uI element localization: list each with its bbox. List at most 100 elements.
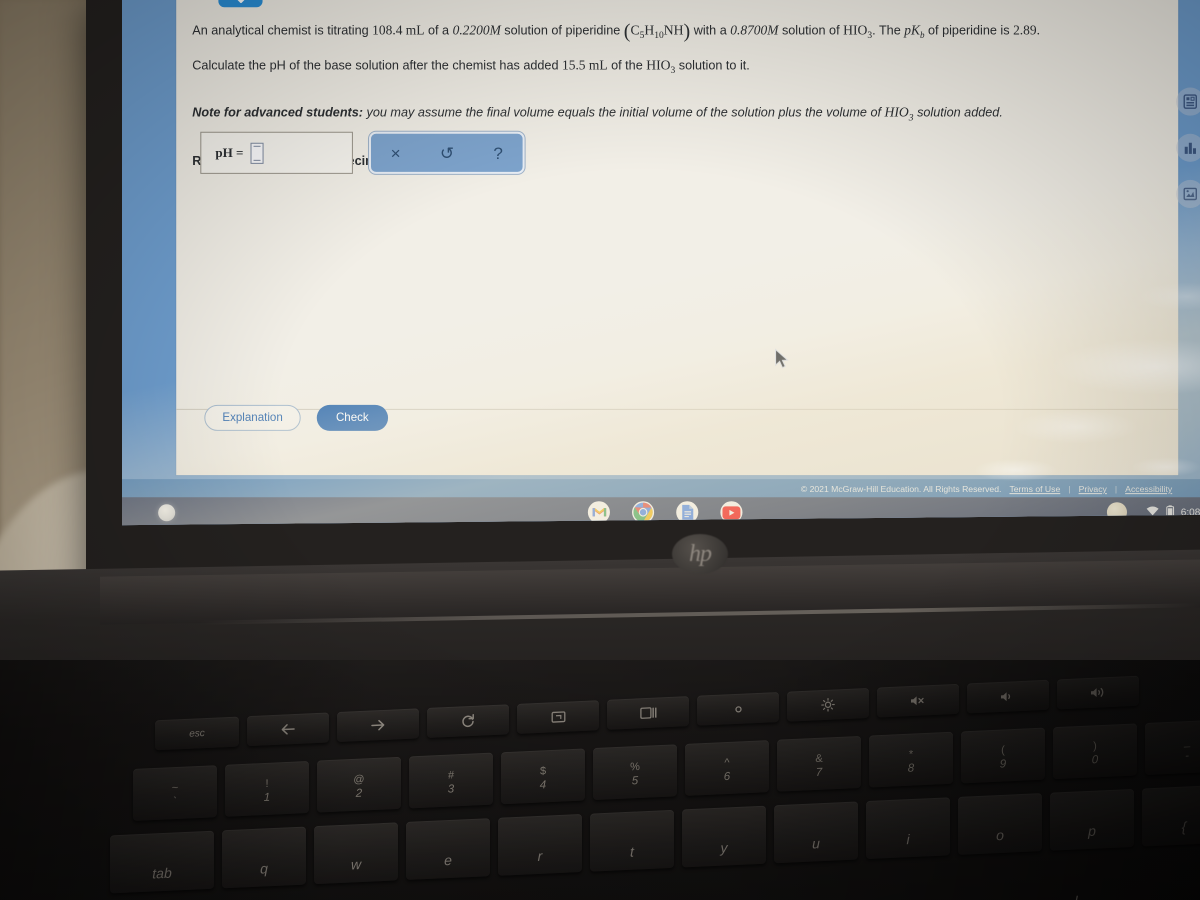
key-label: 8 [907, 762, 915, 775]
volume-up-icon[interactable] [1057, 675, 1139, 710]
question-line-2: Calculate the pH of the base solution af… [192, 52, 1111, 84]
key-tab[interactable]: tab [110, 830, 214, 894]
key-{[interactable]: { [1142, 784, 1200, 847]
key-label: 1 [263, 791, 271, 805]
key-shift-label: ) [1093, 740, 1097, 753]
fullscreen-icon[interactable] [517, 700, 599, 734]
q1-part-d: with a [693, 23, 727, 38]
key-label: w [350, 856, 362, 873]
q1-volume: 108.4 mL [372, 22, 425, 38]
answer-row: pH = × ↺ ? [200, 131, 525, 174]
q1-part-b: of a [427, 23, 450, 38]
key-1[interactable]: ! 1 [225, 760, 309, 817]
brightness-up-icon[interactable] [787, 687, 869, 722]
answer-box[interactable]: pH = [200, 131, 353, 174]
brightness-down-icon[interactable] [697, 692, 779, 726]
footer-copyright: © 2021 McGraw-Hill Education. All Rights… [800, 484, 1002, 495]
chevron-down-button[interactable] [218, 0, 263, 8]
key-shift-label: & [815, 752, 823, 765]
ph-label: pH = [215, 144, 244, 160]
volume-down-icon[interactable] [967, 679, 1049, 714]
window-overview-icon[interactable] [607, 696, 689, 730]
key--[interactable]: _ - [1145, 719, 1200, 776]
key-label: 3 [447, 783, 455, 796]
gmail-icon[interactable] [587, 501, 610, 524]
clear-button[interactable]: × [391, 143, 401, 162]
key-shift-label: ^ [724, 756, 730, 770]
q2-part-c: solution to it. [678, 58, 750, 73]
key-6[interactable]: ^ 6 [685, 740, 769, 796]
key-0[interactable]: ) 0 [1053, 723, 1137, 780]
note-label: Note for advanced students: [192, 106, 364, 121]
key-`[interactable]: ~ ` [133, 765, 217, 821]
key-2[interactable]: @2 [317, 756, 401, 813]
terms-of-use-link[interactable]: Terms of Use [1009, 484, 1060, 494]
key-label: 7 [815, 766, 823, 779]
bar-chart-icon[interactable] [1176, 133, 1200, 162]
q1-titrant-concentration: 0.8700M [730, 22, 779, 38]
q2-part-b: of the [611, 58, 643, 73]
q1-part-g: of piperidine is [928, 23, 1010, 38]
chrome-icon[interactable] [632, 501, 655, 524]
note-body-b: solution added. [917, 106, 1003, 121]
key-shift-label: # [447, 769, 455, 782]
reference-sheet-icon[interactable] [1176, 179, 1200, 209]
check-button[interactable]: Check [316, 404, 388, 431]
answer-toolbar: × ↺ ? [368, 131, 525, 174]
action-buttons: Explanation Check [204, 404, 388, 431]
key-i[interactable]: i [866, 797, 950, 860]
key-4[interactable]: $4 [501, 748, 585, 805]
key-label: - [1185, 750, 1189, 763]
key-label: 4 [539, 779, 547, 792]
arrow-right-icon[interactable] [337, 708, 419, 743]
help-button[interactable]: ? [493, 143, 503, 162]
privacy-link[interactable]: Privacy [1079, 484, 1107, 494]
key-shift-label: ~ [171, 781, 179, 795]
explanation-button[interactable]: Explanation [204, 404, 301, 431]
footer-separator-1: | [1068, 484, 1071, 495]
key-k[interactable]: k [900, 883, 984, 900]
undo-button[interactable]: ↺ [440, 143, 454, 162]
key-8[interactable]: * 8 [869, 731, 953, 788]
mute-icon[interactable] [877, 683, 959, 718]
key-label: l [1074, 893, 1077, 900]
key-esc[interactable]: esc [155, 716, 239, 751]
arrow-left-icon[interactable] [247, 712, 329, 747]
key-e[interactable]: e [406, 818, 490, 880]
key-label: t [630, 843, 634, 860]
reload-icon[interactable] [427, 704, 509, 738]
key-shift-label: _ [1183, 735, 1191, 749]
key-label: 5 [631, 775, 639, 788]
key-q[interactable]: q [222, 826, 306, 889]
q1-part-e: solution of [781, 23, 840, 38]
q1-part-c: solution of piperidine [504, 23, 621, 38]
key-p[interactable]: p [1050, 788, 1134, 851]
key-3[interactable]: #3 [409, 752, 493, 809]
key-5[interactable]: % 5 [593, 744, 677, 801]
key-t[interactable]: t [590, 809, 674, 872]
key-u[interactable]: u [774, 801, 858, 864]
key-label: 0 [1091, 754, 1099, 767]
key-l[interactable]: l [1034, 877, 1118, 900]
key-shift-label: * [908, 748, 914, 761]
key-r[interactable]: r [498, 813, 582, 876]
periodic-table-icon[interactable] [1176, 87, 1200, 116]
key-y[interactable]: y [682, 805, 766, 868]
key-label: tab [152, 864, 172, 882]
question-line-1: An analytical chemist is titrating 108.4… [192, 17, 1111, 49]
q1-pkb-label: pKb [904, 22, 925, 41]
key-9[interactable]: (9 [961, 727, 1045, 784]
key-label: e [444, 851, 452, 869]
key-7[interactable]: & 7 [777, 735, 861, 792]
advanced-note: Note for advanced students: you may assu… [192, 100, 1111, 132]
ph-input[interactable] [250, 142, 264, 164]
accessibility-link[interactable]: Accessibility [1125, 484, 1172, 494]
key-o[interactable]: o [958, 793, 1042, 855]
key-w[interactable]: w [314, 822, 398, 885]
key-label: i [906, 831, 910, 848]
key-label: u [812, 835, 820, 852]
key-label: p [1088, 822, 1096, 840]
keyboard-partial-row: kl [900, 877, 1118, 900]
tool-rail [1176, 87, 1200, 209]
note-titrant-formula: HIO3 [884, 105, 914, 124]
